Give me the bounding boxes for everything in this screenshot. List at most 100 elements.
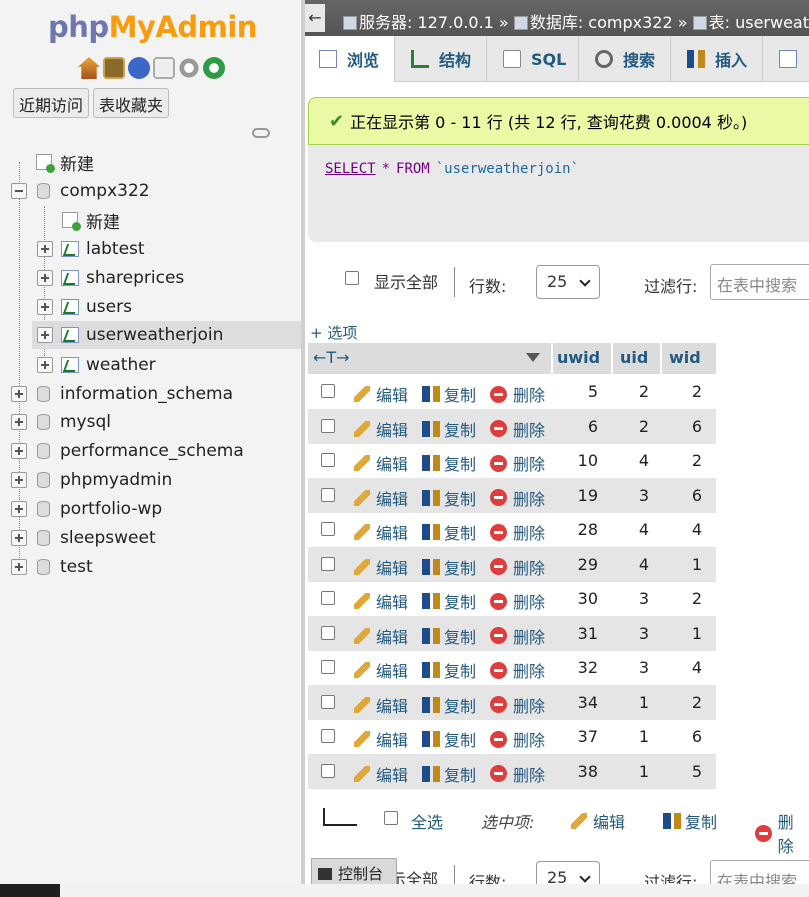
favorites-tab-button[interactable]: 表收藏夹	[93, 88, 170, 118]
row-checkbox[interactable]	[321, 384, 335, 398]
row-copy-button[interactable]: 复制	[422, 762, 476, 786]
cell-wid[interactable]: 1	[662, 624, 702, 643]
cell-uid[interactable]: 4	[613, 555, 649, 574]
tree-table-weather[interactable]: weather	[0, 351, 301, 379]
cell-uwid[interactable]: 32	[553, 658, 598, 677]
table-row[interactable]: 编辑 复制 删除 32 3 4	[308, 650, 716, 685]
expand-icon[interactable]	[11, 501, 27, 517]
row-checkbox[interactable]	[321, 625, 335, 640]
row-edit-button[interactable]: 编辑	[354, 555, 408, 579]
expand-icon[interactable]	[11, 414, 27, 430]
row-edit-button[interactable]: 编辑	[354, 658, 408, 682]
expand-icon[interactable]	[11, 530, 27, 546]
row-copy-button[interactable]: 复制	[422, 589, 476, 613]
tab-insert[interactable]: 插入	[671, 36, 763, 82]
row-edit-button[interactable]: 编辑	[354, 417, 408, 441]
select-all-checkbox[interactable]	[384, 811, 398, 825]
expand-icon[interactable]	[11, 559, 27, 575]
row-copy-button[interactable]: 复制	[422, 520, 476, 544]
tab-search[interactable]: 搜索	[579, 36, 671, 82]
bulk-delete-button[interactable]: 删除	[755, 809, 809, 857]
tree-db-performance-schema[interactable]: performance_schema	[0, 437, 301, 465]
row-edit-button[interactable]: 编辑	[354, 624, 408, 648]
row-delete-button[interactable]: 删除	[490, 555, 545, 579]
row-delete-button[interactable]: 删除	[490, 762, 545, 786]
console-toggle[interactable]: 控制台	[311, 858, 397, 884]
row-edit-button[interactable]: 编辑	[354, 451, 408, 475]
cell-wid[interactable]: 2	[662, 451, 702, 470]
row-checkbox[interactable]	[321, 763, 335, 778]
tree-db-information-schema[interactable]: information_schema	[0, 380, 301, 408]
row-checkbox[interactable]	[321, 556, 335, 571]
column-header-wid[interactable]: wid	[662, 343, 716, 374]
row-checkbox[interactable]	[321, 591, 335, 605]
cell-uwid[interactable]: 5	[553, 382, 598, 401]
tab-structure[interactable]: 结构	[395, 36, 487, 82]
cell-wid[interactable]: 6	[662, 417, 702, 436]
expand-icon[interactable]	[37, 327, 53, 343]
cell-wid[interactable]: 2	[662, 382, 702, 401]
table-row[interactable]: 编辑 复制 删除 38 1 5	[308, 753, 716, 789]
row-delete-button[interactable]: 删除	[490, 693, 545, 717]
column-arrows-icon[interactable]: ←T→	[313, 348, 350, 367]
cell-uwid[interactable]: 28	[553, 520, 598, 539]
cell-wid[interactable]: 6	[662, 727, 702, 746]
collapse-icon[interactable]	[11, 183, 27, 199]
cell-wid[interactable]: 6	[662, 486, 702, 505]
cell-uwid[interactable]: 38	[553, 762, 598, 781]
row-copy-button[interactable]: 复制	[422, 382, 476, 406]
expand-icon[interactable]	[11, 443, 27, 459]
row-delete-button[interactable]: 删除	[490, 589, 545, 613]
row-delete-button[interactable]: 删除	[490, 520, 545, 544]
row-copy-button[interactable]: 复制	[422, 624, 476, 648]
cell-uid[interactable]: 2	[613, 382, 649, 401]
tree-db-sleepsweet[interactable]: sleepsweet	[0, 524, 301, 552]
breadcrumb-server[interactable]: 服务器: 127.0.0.1	[359, 13, 494, 32]
bulk-edit-button[interactable]: 编辑	[571, 809, 625, 833]
row-delete-button[interactable]: 删除	[490, 727, 545, 751]
cell-wid[interactable]: 2	[662, 693, 702, 712]
cell-uwid[interactable]: 34	[553, 693, 598, 712]
table-row[interactable]: 编辑 复制 删除 29 4 1	[308, 546, 716, 582]
cell-uwid[interactable]: 19	[553, 486, 598, 505]
cell-uwid[interactable]: 37	[553, 727, 598, 746]
row-delete-button[interactable]: 删除	[490, 486, 545, 510]
row-edit-button[interactable]: 编辑	[354, 589, 408, 613]
expand-icon[interactable]	[37, 241, 53, 257]
row-checkbox[interactable]	[321, 660, 335, 674]
row-checkbox[interactable]	[321, 694, 335, 709]
row-checkbox[interactable]	[321, 522, 335, 536]
expand-icon[interactable]	[11, 386, 27, 402]
row-delete-button[interactable]: 删除	[490, 624, 545, 648]
table-row[interactable]: 编辑 复制 删除 31 3 1	[308, 615, 716, 651]
table-row[interactable]: 编辑 复制 删除 37 1 6	[308, 719, 716, 754]
cell-uid[interactable]: 3	[613, 589, 649, 608]
row-edit-button[interactable]: 编辑	[354, 520, 408, 544]
row-edit-button[interactable]: 编辑	[354, 693, 408, 717]
reload-icon[interactable]	[203, 57, 225, 79]
expand-icon[interactable]	[11, 472, 27, 488]
cell-uid[interactable]: 3	[613, 624, 649, 643]
tab-sql[interactable]: SQL	[487, 36, 579, 82]
cell-wid[interactable]: 1	[662, 555, 702, 574]
column-header-uid[interactable]: uid	[613, 343, 660, 374]
rows-per-page-select-bottom[interactable]: 25	[536, 861, 600, 884]
cell-wid[interactable]: 2	[662, 589, 702, 608]
table-row[interactable]: 编辑 复制 删除 19 3 6	[308, 477, 716, 513]
row-delete-button[interactable]: 删除	[490, 658, 545, 682]
filter-rows-input[interactable]: 在表中搜索	[710, 264, 809, 300]
row-copy-button[interactable]: 复制	[422, 417, 476, 441]
tree-table-users[interactable]: users	[0, 293, 301, 321]
table-row[interactable]: 编辑 复制 删除 6 2 6	[308, 408, 716, 444]
cell-uid[interactable]: 3	[613, 658, 649, 677]
column-header-uwid[interactable]: uwid	[553, 343, 611, 374]
row-copy-button[interactable]: 复制	[422, 555, 476, 579]
cell-wid[interactable]: 4	[662, 658, 702, 677]
cell-uid[interactable]: 4	[613, 520, 649, 539]
collapse-nav-arrow-icon[interactable]: ←	[305, 4, 325, 32]
cell-uwid[interactable]: 6	[553, 417, 598, 436]
cell-uwid[interactable]: 30	[553, 589, 598, 608]
cell-uid[interactable]: 2	[613, 417, 649, 436]
sort-dropdown-icon[interactable]	[526, 353, 540, 362]
expand-icon[interactable]	[37, 299, 53, 315]
